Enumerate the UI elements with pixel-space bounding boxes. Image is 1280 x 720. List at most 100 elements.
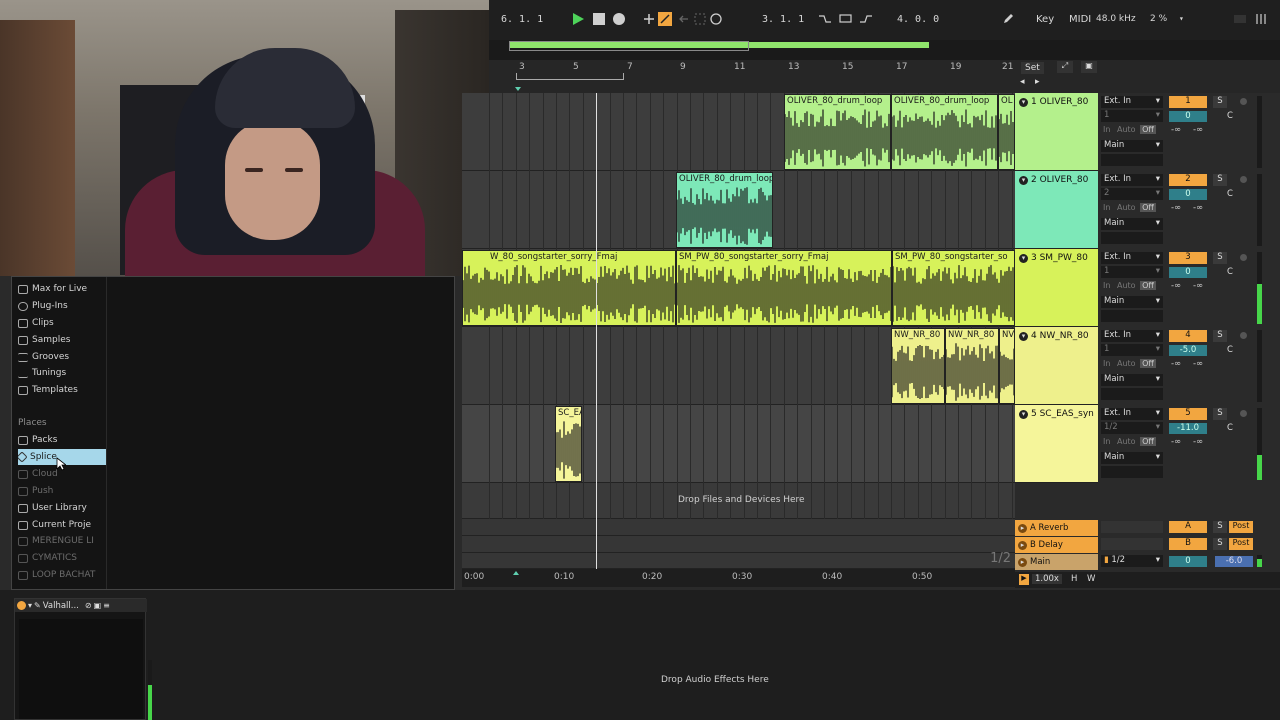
track-pan[interactable]: C [1227,423,1241,433]
audio-clip[interactable]: NV [999,328,1015,404]
punch-in-icon[interactable] [818,12,832,26]
fold-icon[interactable]: ▸ [1018,540,1027,550]
audio-clip[interactable]: OLIVER_80_drum_loop [784,94,891,170]
track-title[interactable]: ▾ 5 SC_EAS_syn [1019,409,1094,419]
session-record-icon[interactable] [709,12,723,26]
audio-to-select[interactable]: Main ▾ [1101,140,1163,152]
monitor-in[interactable]: In [1101,203,1112,212]
start-marker-icon[interactable] [515,87,521,91]
monitor-in[interactable]: In [1101,125,1112,134]
punch-out-icon[interactable] [859,12,873,26]
input-channel-select[interactable]: 1/2 ▾ [1101,422,1163,434]
audio-from-select[interactable]: Ext. In ▾ [1101,330,1163,342]
audio-clip[interactable]: SC_EA [555,406,582,482]
send-b[interactable]: -∞ [1193,437,1203,447]
audio-to-select[interactable]: Main ▾ [1101,452,1163,464]
audio-to-select[interactable]: Main ▾ [1101,218,1163,230]
audio-clip[interactable]: NW_NR_80 [945,328,999,404]
return-track-b[interactable]: ▸ B Delay [1015,537,1098,553]
output-channel-select[interactable] [1101,388,1163,400]
return-b-post-button[interactable]: Post [1229,538,1253,550]
track-title[interactable]: ▾ 4 NW_NR_80 [1019,331,1089,341]
zoom-display[interactable]: 1.00x [1032,574,1062,584]
send-a[interactable]: -∞ [1171,359,1181,369]
track-activator[interactable]: 2 [1169,174,1207,186]
audio-from-select[interactable]: Ext. In ▾ [1101,96,1163,108]
audio-clip[interactable]: SM_PW_80_songstarter_sorry_Fmaj [676,250,892,326]
audio-from-select[interactable]: Ext. In ▾ [1101,408,1163,420]
input-channel-select[interactable]: 1 ▾ [1101,266,1163,278]
key-map-button[interactable]: Key [1036,14,1054,25]
overview-visible-range[interactable] [509,41,749,51]
audio-clip[interactable]: OL [998,94,1015,170]
input-channel-select[interactable]: 2 ▾ [1101,188,1163,200]
w-button[interactable]: W [1087,574,1095,584]
main-volume[interactable]: 0 [1169,556,1207,567]
track-header-4[interactable]: ▾ 4 NW_NR_80 [1015,327,1098,405]
place-current-project[interactable]: Current Proje [18,517,106,533]
monitor-auto[interactable]: Auto [1115,125,1138,134]
send-b[interactable]: -∞ [1193,359,1203,369]
device-on-icon[interactable] [17,601,26,610]
fold-icon[interactable]: ▾ [1019,253,1028,263]
set-locator-button[interactable]: Set [1021,62,1044,74]
track-volume[interactable]: 0 [1169,189,1207,200]
return-lane-a[interactable] [462,519,1015,536]
track-title[interactable]: ▾ 3 SM_PW_80 [1019,253,1088,263]
send-a[interactable]: -∞ [1171,203,1181,213]
capture-midi-icon[interactable] [693,12,707,26]
solo-button[interactable]: S [1213,408,1227,420]
record-icon[interactable] [612,12,626,26]
h-button[interactable]: H [1071,574,1077,584]
browser-category-samples[interactable]: Samples [18,332,106,348]
return-a-activator[interactable]: A [1169,521,1207,533]
place-folder[interactable]: LOOP BACHAT [18,567,106,583]
plugin-device[interactable]: ▾ ✎ Valhall... ⊘ ▣ ≡ [14,598,147,720]
monitor-off[interactable]: Off [1140,203,1156,212]
wrench-icon[interactable]: ✎ [34,601,41,610]
fold-icon[interactable]: ▾ [1019,331,1028,341]
track-activator[interactable]: 3 [1169,252,1207,264]
return-track-a[interactable]: ▸ A Reverb [1015,520,1098,536]
fold-icon[interactable]: ▾ [1019,409,1028,419]
loop-switch-icon[interactable] [839,12,853,26]
play-icon[interactable] [571,12,585,26]
input-channel-select[interactable]: 1 ▾ [1101,344,1163,356]
fold-icon[interactable]: ▾ [1019,97,1028,107]
loop-brace[interactable] [516,73,624,80]
automation-arm-icon[interactable] [658,12,672,26]
return-b-activator[interactable]: B [1169,538,1207,550]
track-volume[interactable]: 0 [1169,267,1207,278]
send-a[interactable]: -∞ [1171,281,1181,291]
track-header-3[interactable]: ▾ 3 SM_PW_80 [1015,249,1098,327]
output-channel-select[interactable] [1101,310,1163,322]
solo-button[interactable]: S [1213,96,1227,108]
monitor-in[interactable]: In [1101,281,1112,290]
send-b[interactable]: -∞ [1193,203,1203,213]
monitor-auto[interactable]: Auto [1115,437,1138,446]
monitor-off[interactable]: Off [1140,437,1156,446]
stop-icon[interactable] [592,12,606,26]
audio-from-select[interactable]: Ext. In ▾ [1101,174,1163,186]
browser-category-max-for-live[interactable]: Max for Live [18,281,106,297]
arm-record-icon[interactable] [1240,410,1247,417]
track-lane-5[interactable] [462,405,1015,483]
next-locator-icon[interactable]: ▸ [1035,77,1040,87]
track-volume[interactable]: 0 [1169,111,1207,122]
send-a[interactable]: -∞ [1171,437,1181,447]
track-pan[interactable]: C [1227,345,1241,355]
monitor-switch[interactable]: In Auto Off [1101,281,1163,293]
track-pan[interactable]: C [1227,267,1241,277]
return-a-solo[interactable]: S [1213,521,1227,533]
solo-button[interactable]: S [1213,174,1227,186]
browser-category-templates[interactable]: Templates [18,382,106,398]
fold-icon[interactable]: ▸ [1018,523,1027,533]
monitor-off[interactable]: Off [1140,125,1156,134]
expand-icon[interactable]: ⤢ [1057,61,1073,73]
monitor-in[interactable]: In [1101,359,1112,368]
monitor-auto[interactable]: Auto [1115,281,1138,290]
tempo-follow-icon[interactable]: ▶ [1019,574,1029,585]
output-channel-select[interactable] [1101,466,1163,478]
monitor-off[interactable]: Off [1140,281,1156,290]
place-user-library[interactable]: User Library [18,500,106,516]
